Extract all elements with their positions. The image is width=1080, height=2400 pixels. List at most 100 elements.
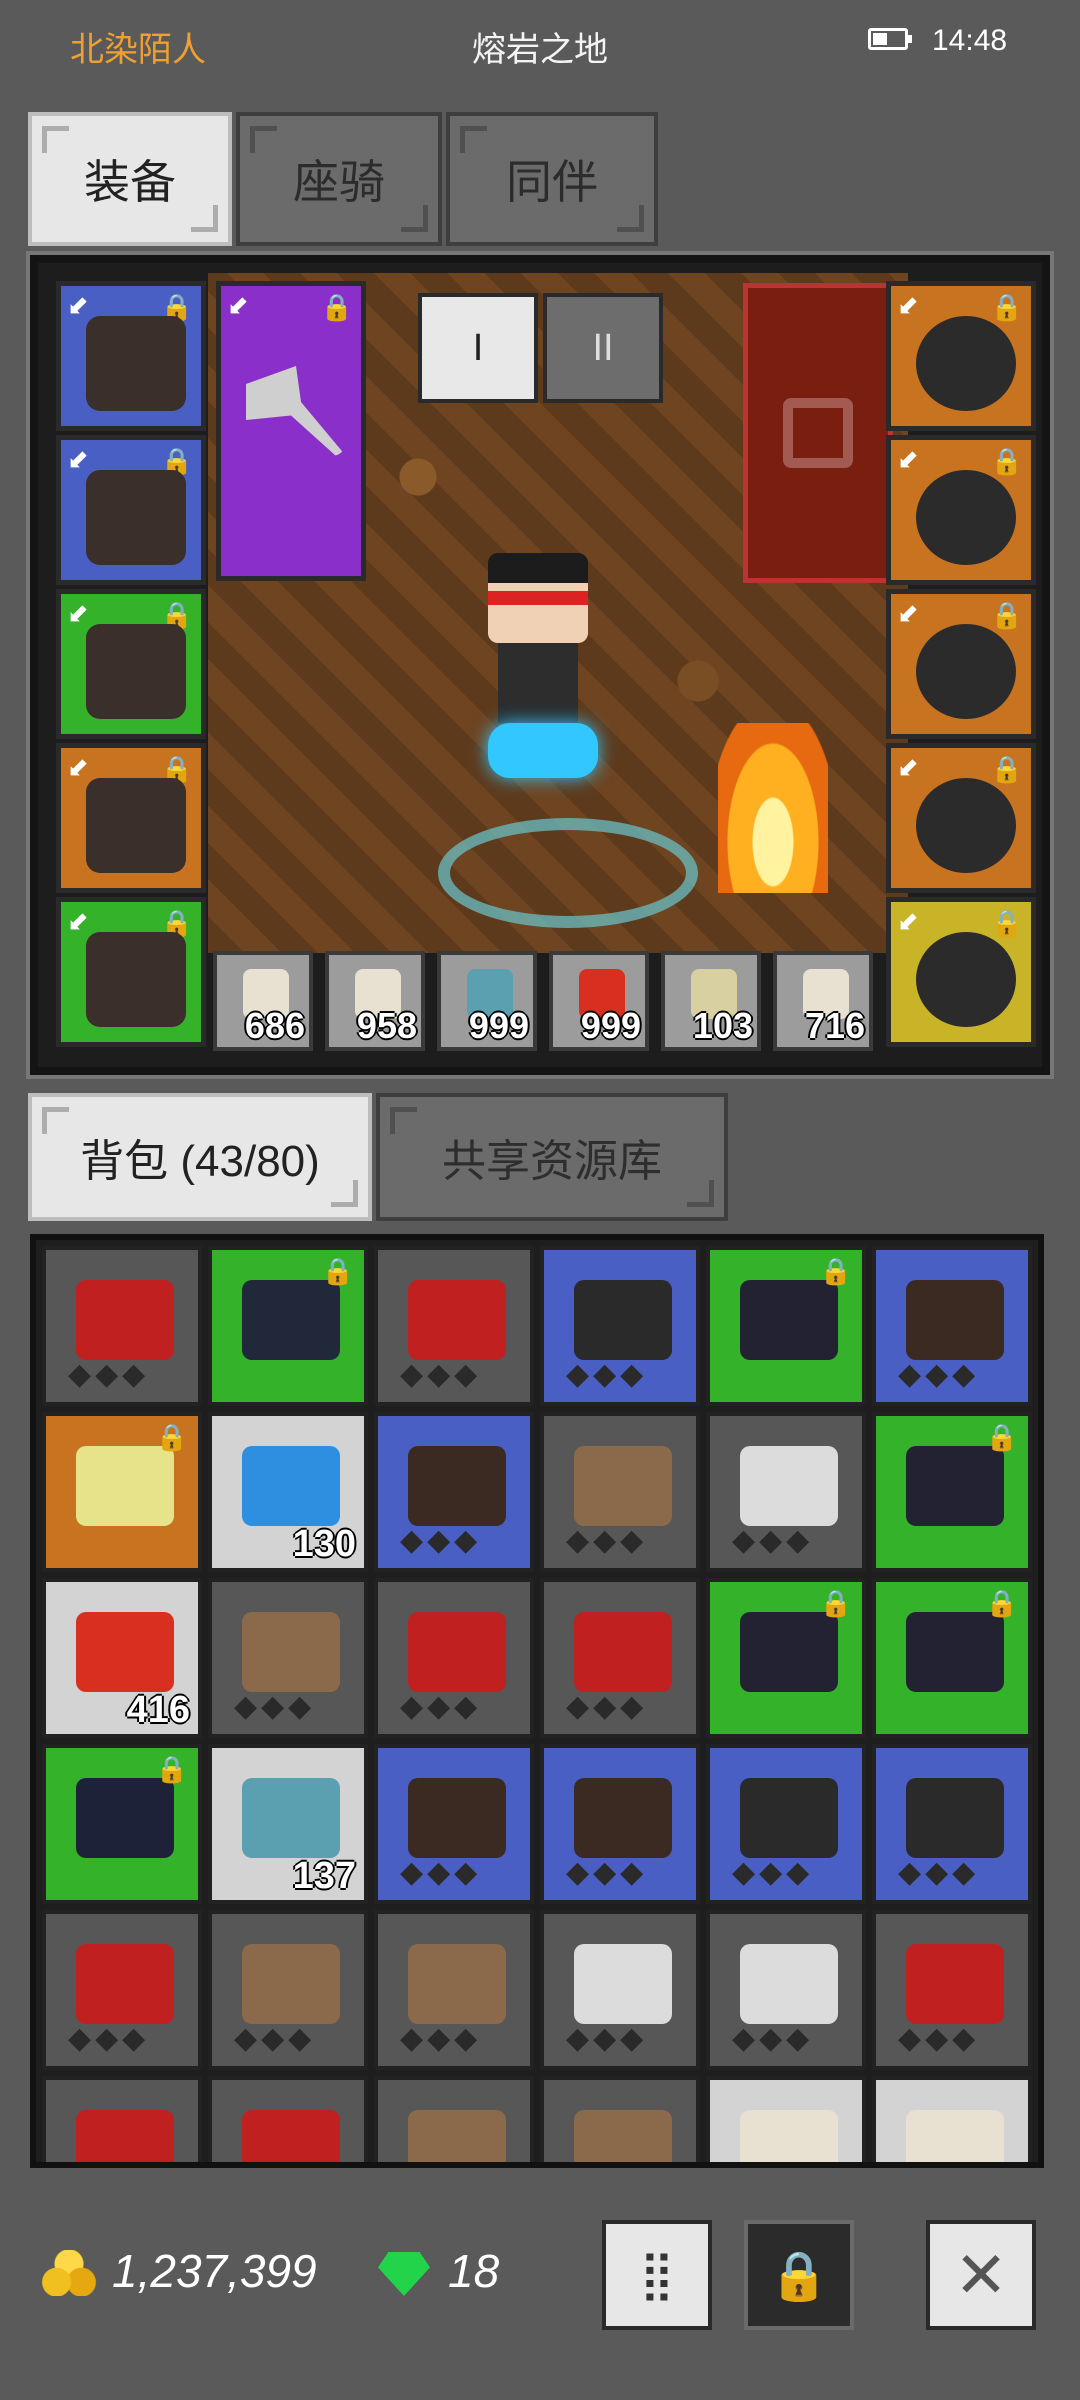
inventory-slot[interactable]: ◆◆◆ [540,1246,700,1406]
close-button[interactable]: ✕ [926,2220,1036,2330]
battery-icon [868,28,912,50]
quickbar-qty: 999 [468,1005,529,1046]
inventory-slot[interactable] [208,2076,368,2162]
inventory-slot[interactable]: ◆◆◆ [872,1246,1032,1406]
equip-slot-left[interactable]: ⬋ 🔒 [56,589,206,739]
inventory-slot[interactable]: ◆◆◆ [706,1744,866,1904]
tab-mount[interactable]: 座骑 [236,112,442,246]
red-bow-icon [76,1944,174,2024]
lock-icon: 🔒 [990,446,1023,476]
helmet-icon [906,1280,1004,1360]
quickbar-slot[interactable]: 999 [437,951,537,1051]
quickbar-slot[interactable]: 999 [549,951,649,1051]
inventory-slot[interactable]: ◆◆◆ [374,1246,534,1406]
inventory-slot[interactable]: ◆◆◆ [374,1578,534,1738]
red-bow-icon [408,1280,506,1360]
equip-slot-right[interactable]: ⬋ 🔒 [886,589,1036,739]
quickbar-slot[interactable]: 958 [325,951,425,1051]
equip-slot-left[interactable]: ⬋ 🔒 [56,743,206,893]
inventory-slot[interactable]: ◆◆◆ [42,1246,202,1406]
unequip-arrow-icon: ⬋ [67,598,89,628]
inventory-slot[interactable]: 416 [42,1578,202,1738]
inventory-slot[interactable]: 🔒 [42,1412,202,1572]
inventory-slot[interactable]: ◆◆◆ [540,1412,700,1572]
equip-slot-right[interactable]: ⬋ 🔒 [886,743,1036,893]
axe-icon [740,1944,838,2024]
equip-slot-left[interactable]: ⬋ 🔒 [56,281,206,431]
inventory-slot[interactable]: 🔒 [208,1246,368,1406]
inventory-slot[interactable]: ◆◆◆ [540,1578,700,1738]
item-quantity: 137 [292,1855,356,1897]
helmet-icon [408,1778,506,1858]
inventory-slot[interactable]: ◆◆◆ [872,1744,1032,1904]
equip-slot-left[interactable]: ⬋ 🔒 [56,435,206,585]
equip-slot-right[interactable]: ⬋ 🔒 [886,435,1036,585]
tab-shared-storage[interactable]: 共享资源库 [376,1093,728,1221]
inventory-slot[interactable] [540,2076,700,2162]
gem-socket-icon: ◆◆◆ [732,1856,814,1889]
sort-grid-button[interactable]: ⣿ [602,2220,712,2330]
lock-icon: 🔒 [985,1588,1018,1618]
wood-bow-icon [574,2110,672,2162]
equip-slot-right[interactable]: ⬋ 🔒 [886,897,1036,1047]
inventory-slot[interactable]: ◆◆◆ [374,1744,534,1904]
equip-slot-right[interactable]: ⬋ 🔒 [886,281,1036,431]
inventory-slot[interactable]: 🔒 [872,1578,1032,1738]
campfire [718,723,828,893]
chest-armor-icon [76,1778,174,1858]
inventory-slot[interactable] [374,2076,534,2162]
wood-bow-icon [242,1612,340,1692]
gem-socket-icon: ◆◆◆ [400,1358,482,1391]
quickbar-slot[interactable]: 103 [661,951,761,1051]
red-bow-icon [574,1612,672,1692]
inventory-slot[interactable]: ◆◆◆ [374,1412,534,1572]
gem-socket-icon: ◆◆◆ [400,1524,482,1557]
inventory-slot[interactable]: ◆◆◆ [872,1910,1032,2070]
inventory-slot[interactable]: ◆◆◆ [374,1910,534,2070]
inventory-slot[interactable]: ◆◆◆ [706,1910,866,2070]
inventory-slot[interactable]: ◆◆◆ [208,1910,368,2070]
set-button-1[interactable]: I [418,293,538,403]
gem-socket-icon: ◆◆◆ [566,1524,648,1557]
unequip-arrow-icon: ⬋ [897,444,919,474]
inventory-slot[interactable]: ◆◆◆ [706,1412,866,1572]
set-button-2[interactable]: II [543,293,663,403]
unequip-arrow-icon: ⬋ [67,906,89,936]
quickbar-qty: 686 [244,1005,305,1046]
gem-socket-icon: ◆◆◆ [566,1690,648,1723]
inventory-slot[interactable] [706,2076,866,2162]
lock-icon: 🔒 [320,292,353,322]
inventory-slot[interactable]: ◆◆◆ [540,1744,700,1904]
wood-bow-icon [574,1446,672,1526]
tab-backpack[interactable]: 背包 (43/80) [28,1093,372,1221]
wood-bow-icon [408,2110,506,2162]
weapon-slot[interactable]: ⬋ 🔒 [216,281,366,581]
inventory-slot[interactable]: 🔒 [706,1246,866,1406]
mace-icon [740,1280,838,1360]
inventory-slot[interactable] [42,2076,202,2162]
pet-slot[interactable] [743,283,893,583]
tab-equipment[interactable]: 装备 [28,112,232,246]
inventory-slot[interactable]: 🔒 [42,1744,202,1904]
chest-armor-icon [906,1778,1004,1858]
inventory-slot[interactable]: 137 [208,1744,368,1904]
lock-mode-button[interactable]: 🔒 [744,2220,854,2330]
red-bow-icon [76,2110,174,2162]
inventory-slot[interactable]: 130 [208,1412,368,1572]
inventory-slot[interactable]: 🔒 [872,1412,1032,1572]
tab-companion[interactable]: 同伴 [446,112,658,246]
equip-slot-left[interactable]: ⬋ 🔒 [56,897,206,1047]
quickbar-qty: 103 [692,1005,753,1046]
gem-socket-icon: ◆◆◆ [234,1690,316,1723]
inventory-slot[interactable]: ◆◆◆ [208,1578,368,1738]
inventory-slot[interactable]: 🔒 [706,1578,866,1738]
inventory-slot[interactable]: ◆◆◆ [42,1910,202,2070]
ruby-amulet-icon [916,316,1016,411]
quickbar-slot[interactable]: 716 [773,951,873,1051]
inventory-slot[interactable]: ◆◆◆ [540,1910,700,2070]
quickbar-slot[interactable]: 686 [213,951,313,1051]
quickbar-qty: 999 [580,1005,641,1046]
gem-socket-icon: ◆◆◆ [400,2022,482,2055]
red-spear-icon [408,1612,506,1692]
inventory-slot[interactable] [872,2076,1032,2162]
